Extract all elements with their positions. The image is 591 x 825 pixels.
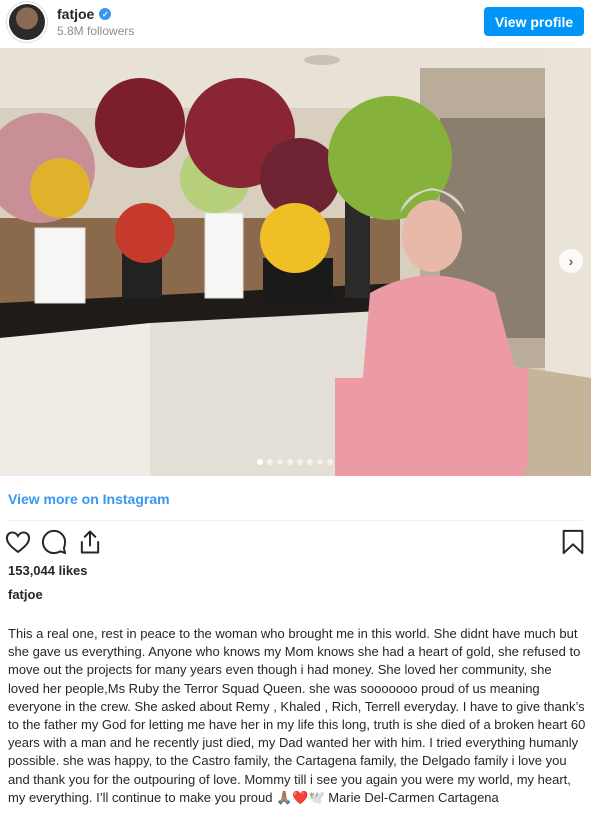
post-caption: This a real one, rest in peace to the wo… [8, 626, 589, 805]
username-row: fatjoe ✓ [57, 6, 112, 22]
carousel-dot [297, 459, 303, 465]
like-count[interactable]: 153,044 likes [8, 563, 88, 578]
carousel-dot [287, 459, 293, 465]
action-bar [0, 526, 591, 558]
carousel-dot [277, 459, 283, 465]
caption-author[interactable]: fatjoe [8, 587, 43, 602]
carousel-dot [257, 459, 263, 465]
divider [8, 520, 583, 521]
carousel-dot [267, 459, 273, 465]
chevron-right-icon: › [568, 253, 574, 269]
carousel-dot [317, 459, 323, 465]
bookmark-icon[interactable] [559, 528, 587, 556]
share-icon[interactable] [76, 528, 104, 556]
next-slide-button[interactable]: › [559, 249, 583, 273]
view-profile-button[interactable]: View profile [484, 7, 584, 36]
carousel-dot [327, 459, 333, 465]
view-more-link[interactable]: View more on Instagram [8, 491, 170, 507]
avatar[interactable] [9, 4, 45, 40]
follower-count: 5.8M followers [57, 24, 135, 38]
verified-icon: ✓ [99, 8, 112, 20]
post-header: fatjoe ✓ 5.8M followers View profile [0, 0, 591, 46]
username[interactable]: fatjoe [57, 6, 94, 22]
comment-icon[interactable] [40, 528, 68, 556]
photo-illustration [0, 48, 591, 476]
heart-icon[interactable] [4, 528, 32, 556]
carousel-dots [257, 459, 333, 465]
carousel-dot [307, 459, 313, 465]
post-photo[interactable]: › [0, 48, 591, 476]
